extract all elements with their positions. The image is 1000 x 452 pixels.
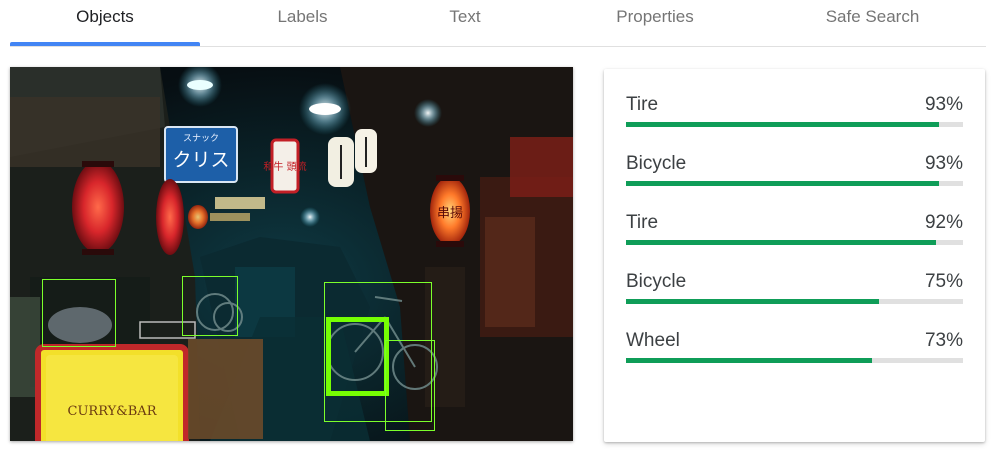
result-name: Bicycle <box>626 271 687 292</box>
result-item[interactable]: Tire 93% <box>626 94 963 134</box>
tab-text[interactable]: Text <box>405 0 525 46</box>
result-name: Bicycle <box>626 153 687 174</box>
result-item[interactable]: Tire 92% <box>626 212 963 252</box>
score-fill <box>626 181 940 186</box>
score-fill <box>626 358 872 363</box>
active-tab-indicator <box>10 42 200 46</box>
detection-box-tire[interactable] <box>42 279 116 347</box>
analyzed-image: スナック クリス 和牛 頭流 串揚 CURRY&BAR <box>10 67 573 441</box>
score-track <box>626 299 963 304</box>
result-percent: 93% <box>924 153 963 174</box>
result-item[interactable]: Bicycle 93% <box>626 153 963 193</box>
snack-big-text: クリス <box>172 149 229 171</box>
score-track <box>626 240 963 245</box>
score-track <box>626 358 963 363</box>
red-vertical-sign: 和牛 頭流 <box>263 138 307 194</box>
detection-box-placeholder <box>38 345 186 441</box>
score-fill <box>626 240 937 245</box>
score-fill <box>626 122 940 127</box>
result-percent: 93% <box>924 94 963 115</box>
result-percent: 75% <box>924 271 963 292</box>
score-track <box>626 181 963 186</box>
result-name: Tire <box>626 212 659 233</box>
tab-safe-search[interactable]: Safe Search <box>810 0 935 46</box>
tab-properties[interactable]: Properties <box>585 0 725 46</box>
right-lantern-text: 串揚 <box>437 205 463 221</box>
snack-sign: スナック クリス <box>164 126 238 183</box>
detection-box-wheel[interactable] <box>385 340 435 431</box>
tab-objects[interactable]: Objects <box>10 0 200 46</box>
snack-small-text: スナック <box>183 133 219 144</box>
result-item[interactable]: Bicycle 75% <box>626 271 963 311</box>
tab-bar: Objects Labels Text Properties Safe Sear… <box>10 0 986 47</box>
red-sign-text: 和牛 頭流 <box>263 160 306 173</box>
tab-labels[interactable]: Labels <box>200 0 405 46</box>
result-name: Wheel <box>626 330 680 351</box>
result-percent: 92% <box>924 212 963 233</box>
score-track <box>626 122 963 127</box>
score-fill <box>626 299 879 304</box>
results-panel: Tire 93% Bicycle 93% Tire 92% Bicycle 75… <box>604 69 985 442</box>
detection-box-bicycle[interactable] <box>182 276 238 336</box>
result-percent: 73% <box>924 330 963 351</box>
result-item[interactable]: Wheel 73% <box>626 330 963 370</box>
result-name: Tire <box>626 94 659 115</box>
